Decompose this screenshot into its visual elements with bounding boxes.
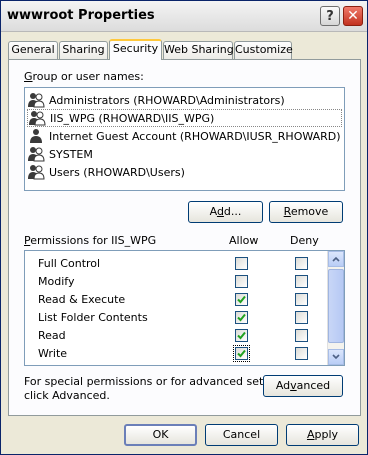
tab-label: Sharing <box>62 43 105 56</box>
user-name: Users (RHOWARD\Users) <box>49 165 185 179</box>
permission-name: Read <box>38 329 66 342</box>
deny-checkbox[interactable] <box>295 329 308 342</box>
close-icon: ✕ <box>347 8 359 24</box>
allow-checkbox[interactable] <box>235 257 248 270</box>
permission-name: Modify <box>38 275 75 288</box>
table-row: Modify <box>25 273 328 291</box>
deny-checkbox[interactable] <box>295 293 308 306</box>
allow-checkbox[interactable] <box>235 311 248 324</box>
allow-checkbox[interactable] <box>233 345 250 362</box>
tab-label: Security <box>112 42 159 55</box>
check-icon <box>237 349 246 358</box>
list-item[interactable]: Administrators (RHOWARD\Administrators) <box>27 91 342 109</box>
table-row: Write <box>25 345 328 363</box>
user-name: Administrators (RHOWARD\Administrators) <box>49 93 285 107</box>
check-icon <box>237 295 246 304</box>
tab-customize[interactable]: Customize <box>234 41 293 59</box>
tab-security[interactable]: Security <box>109 39 162 60</box>
user-name: Internet Guest Account (RHOWARD\IUSR_RHO… <box>49 129 341 143</box>
scroll-down-button[interactable] <box>328 349 344 365</box>
deny-header: Deny <box>290 234 319 247</box>
table-row: Read & Execute <box>25 291 328 309</box>
user-name: SYSTEM <box>49 147 93 161</box>
close-button[interactable]: ✕ <box>343 6 363 26</box>
tab-web-sharing[interactable]: Web Sharing <box>163 41 234 59</box>
table-row: Read <box>25 327 328 345</box>
tab-label: Web Sharing <box>164 43 234 56</box>
scroll-up-button[interactable] <box>328 251 344 267</box>
user-group-icon <box>28 165 45 180</box>
add-button[interactable]: Add... <box>188 201 263 223</box>
list-item[interactable]: Internet Guest Account (RHOWARD\IUSR_RHO… <box>27 127 342 145</box>
list-item[interactable]: Users (RHOWARD\Users) <box>27 163 342 181</box>
user-group-icon <box>29 111 46 126</box>
allow-checkbox[interactable] <box>235 329 248 342</box>
check-icon <box>237 331 246 340</box>
user-group-icon <box>28 147 45 162</box>
list-item[interactable]: IIS_WPG (RHOWARD\IIS_WPG) <box>27 109 342 127</box>
help-icon: ? <box>326 8 334 24</box>
advanced-button[interactable]: Advanced <box>263 375 343 397</box>
deny-checkbox[interactable] <box>295 347 308 360</box>
window-title: wwwroot Properties <box>7 8 155 23</box>
deny-checkbox[interactable] <box>295 275 308 288</box>
ok-button[interactable]: OK <box>124 424 197 446</box>
user-group-icon <box>28 93 45 108</box>
tab-label: Customize <box>235 43 293 56</box>
deny-checkbox[interactable] <box>295 257 308 270</box>
check-icon <box>237 313 246 322</box>
apply-button[interactable]: Apply <box>286 424 359 446</box>
scroll-thumb[interactable] <box>328 269 344 343</box>
user-name: IIS_WPG (RHOWARD\IIS_WPG) <box>50 111 215 125</box>
tab-sharing[interactable]: Sharing <box>59 41 108 59</box>
user-list[interactable]: Administrators (RHOWARD\Administrators) … <box>24 87 345 191</box>
chevron-down-icon <box>332 354 340 360</box>
properties-window: wwwroot Properties ? ✕ General Sharing S… <box>0 0 368 455</box>
help-button[interactable]: ? <box>320 6 340 26</box>
permission-name: Full Control <box>38 257 101 270</box>
deny-checkbox[interactable] <box>295 311 308 324</box>
cancel-button[interactable]: Cancel <box>205 424 278 446</box>
remove-button[interactable]: Remove <box>269 201 343 223</box>
user-icon <box>30 129 42 143</box>
chevron-up-icon <box>332 256 340 262</box>
advanced-hint-line2: click Advanced. <box>24 389 110 402</box>
table-row: Full Control <box>25 255 328 273</box>
title-bar[interactable]: wwwroot Properties ? ✕ <box>1 1 367 32</box>
permissions-label: Permissions for IIS_WPG <box>24 234 157 247</box>
allow-checkbox[interactable] <box>235 293 248 306</box>
advanced-hint-line1: For special permissions or for advanced … <box>24 375 294 388</box>
permission-name: List Folder Contents <box>38 311 148 324</box>
tab-label: General <box>11 43 55 56</box>
group-names-label: Group or user names: <box>24 70 144 83</box>
permissions-list: Full Control Modify Read & Execute List … <box>24 250 345 366</box>
tab-general[interactable]: General <box>8 41 58 59</box>
permission-name: Write <box>38 347 68 360</box>
allow-checkbox[interactable] <box>235 275 248 288</box>
permission-name: Read & Execute <box>38 293 126 306</box>
list-item[interactable]: SYSTEM <box>27 145 342 163</box>
table-row: List Folder Contents <box>25 309 328 327</box>
allow-header: Allow <box>229 234 259 247</box>
scrollbar[interactable] <box>327 251 344 365</box>
